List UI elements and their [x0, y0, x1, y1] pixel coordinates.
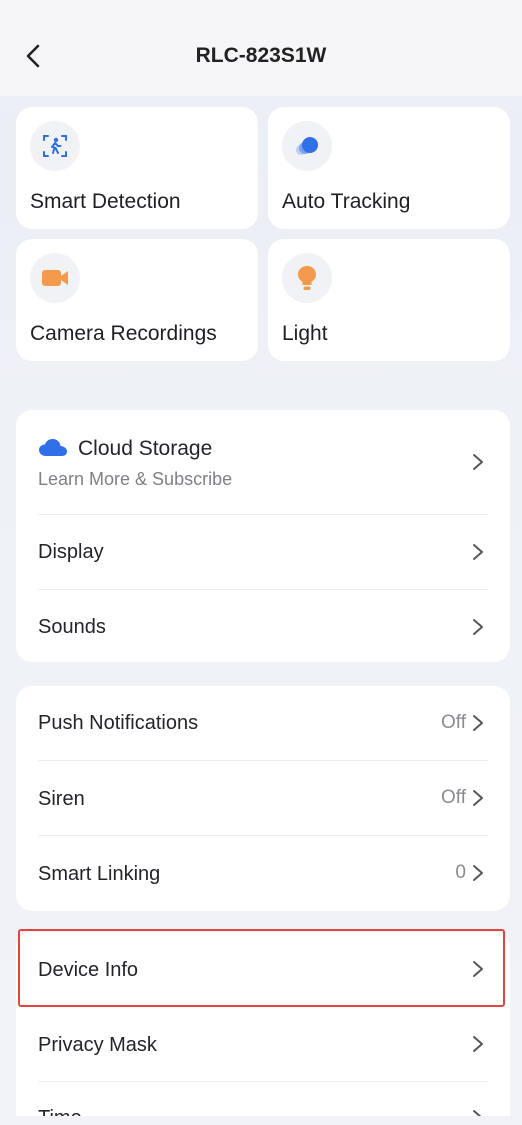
time-label: Time [38, 1107, 82, 1116]
sounds-label: Sounds [38, 616, 106, 638]
cloud-storage-subtitle: Learn More & Subscribe [38, 469, 233, 489]
push-notifications-value: Off [441, 712, 466, 733]
cloud-storage-title: Cloud Storage [78, 437, 213, 460]
push-notifications-row[interactable]: Push Notifications Off [16, 686, 510, 760]
camera-recordings-tile[interactable]: Camera Recordings [16, 239, 258, 361]
sounds-row[interactable]: Sounds [16, 590, 510, 662]
cloud-icon [39, 439, 67, 456]
chevron-right-icon [473, 715, 483, 731]
chevron-right-icon [473, 790, 483, 806]
time-row[interactable]: Time [16, 1082, 510, 1116]
tile-label: Light [282, 322, 328, 345]
smart-detection-tile[interactable]: Smart Detection [16, 107, 258, 229]
person-detect-icon [30, 121, 80, 171]
tracking-dot-icon [282, 121, 332, 171]
siren-row[interactable]: Siren Off [16, 761, 510, 836]
settings-card-general: Cloud Storage Learn More & Subscribe Dis… [16, 410, 510, 662]
chevron-right-icon [473, 1110, 482, 1116]
device-info-label: Device Info [38, 959, 139, 981]
settings-card-device: Device Info Privacy Mask Time [16, 932, 510, 1116]
siren-value: Off [441, 787, 466, 808]
display-row[interactable]: Display [16, 515, 510, 590]
tile-label: Smart Detection [30, 190, 181, 213]
light-bulb-icon [282, 253, 332, 303]
smart-linking-row[interactable]: Smart Linking 0 [16, 836, 510, 911]
video-camera-icon [30, 253, 80, 303]
push-notifications-label: Push Notifications [38, 712, 199, 734]
chevron-right-icon [473, 619, 483, 635]
chevron-right-icon [473, 961, 483, 977]
privacy-mask-label: Privacy Mask [38, 1034, 157, 1056]
page-title: RLC-823S1W [195, 44, 327, 67]
light-tile[interactable]: Light [268, 239, 510, 361]
chevron-right-icon [473, 1036, 483, 1052]
top-bar: RLC-823S1W [0, 0, 522, 96]
siren-label: Siren [38, 788, 85, 810]
smart-linking-value: 0 [455, 862, 466, 883]
chevron-right-icon [473, 865, 483, 881]
auto-tracking-tile[interactable]: Auto Tracking [268, 107, 510, 229]
tile-label: Camera Recordings [30, 322, 217, 345]
privacy-mask-row[interactable]: Privacy Mask [16, 1007, 510, 1082]
tile-label: Auto Tracking [282, 190, 411, 213]
chevron-right-icon [473, 544, 483, 560]
device-info-row[interactable]: Device Info [16, 932, 510, 1006]
display-label: Display [38, 541, 104, 563]
smart-linking-label: Smart Linking [38, 863, 161, 885]
settings-card-alerts: Push Notifications Off Siren Off Smart L… [16, 686, 510, 911]
cloud-storage-row[interactable]: Cloud Storage Learn More & Subscribe [16, 410, 510, 514]
chevron-right-icon [473, 454, 483, 470]
